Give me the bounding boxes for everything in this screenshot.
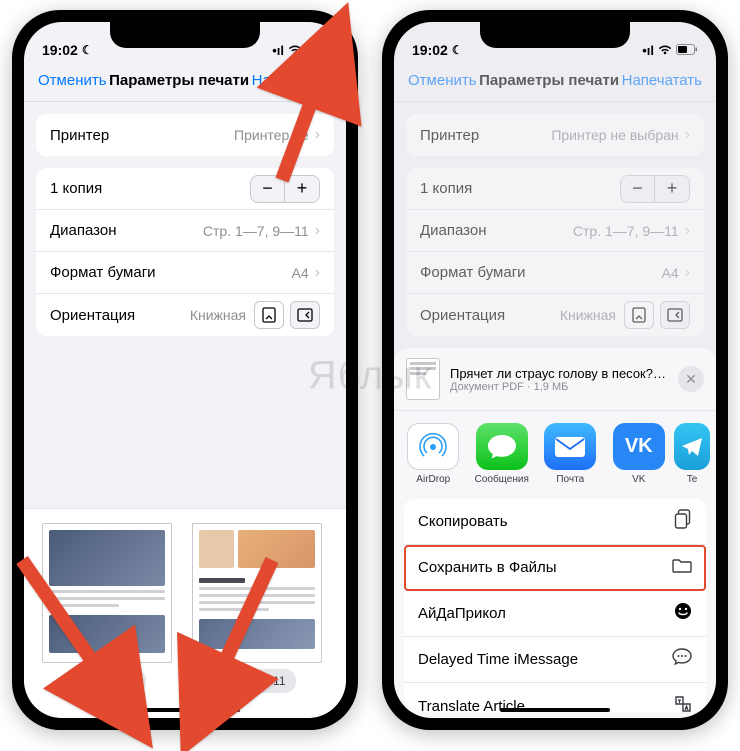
close-button[interactable]: ✕ — [678, 366, 704, 392]
orientation-portrait-button[interactable] — [254, 301, 284, 329]
share-app-messages[interactable]: Сообщения — [475, 423, 530, 485]
smile-icon — [674, 602, 692, 625]
notch — [110, 22, 260, 48]
messages-icon — [476, 423, 528, 470]
battery-icon — [306, 43, 328, 58]
telegram-icon — [674, 423, 710, 470]
copies-label: 1 копия — [50, 180, 102, 197]
stepper-plus[interactable]: + — [285, 176, 319, 202]
thumb-page-6[interactable]: 6 из 11 — [192, 523, 322, 694]
share-actions-list: Скопировать Сохранить в Файлы АйДаПрикол — [404, 499, 706, 712]
action-save-to-files[interactable]: Сохранить в Файлы — [404, 545, 706, 591]
orientation-value: Книжная — [190, 307, 246, 323]
range-value: Стр. 1—7, 9—11 — [203, 223, 309, 239]
chat-icon — [672, 648, 692, 671]
status-time: 19:02 — [42, 42, 78, 58]
share-app-vk[interactable]: VK VK — [612, 423, 667, 485]
paper-row[interactable]: Формат бумаги A4 › — [36, 252, 334, 294]
page-thumbnails: 5 из 11 6 из 11 — [24, 508, 346, 718]
share-sheet: Прячет ли страус голову в песок? | Яб… Д… — [394, 348, 716, 718]
chevron-right-icon: › — [315, 222, 320, 240]
orientation-landscape-button[interactable] — [290, 301, 320, 329]
dnd-icon: ☾ — [82, 43, 93, 57]
chevron-right-icon: › — [315, 126, 320, 144]
phone-left: 19:02 ☾ •ıl Отменить Параметры печати На… — [12, 10, 358, 730]
range-label: Диапазон — [50, 222, 117, 239]
share-apps-row: AirDrop Сообщения Почта — [394, 411, 716, 493]
copies-stepper[interactable]: − + — [250, 175, 320, 203]
action-prikol[interactable]: АйДаПрикол — [404, 591, 706, 637]
home-indicator[interactable] — [500, 708, 610, 712]
check-icon — [74, 672, 92, 690]
vk-icon: VK — [613, 423, 665, 470]
folder-icon — [672, 557, 692, 578]
thumb-page-5[interactable]: 5 из 11 — [42, 523, 172, 694]
mail-icon — [544, 423, 596, 470]
wifi-icon — [288, 43, 302, 58]
share-doc-subtitle: Документ PDF · 1,9 МБ — [450, 381, 668, 393]
nav-title: Параметры печати — [107, 72, 252, 89]
copy-icon — [674, 509, 692, 534]
chevron-right-icon: › — [315, 264, 320, 282]
share-app-airdrop[interactable]: AirDrop — [406, 423, 461, 485]
navbar: Отменить Параметры печати Напечатать — [24, 60, 346, 102]
printer-value: Принтер не — [234, 127, 309, 143]
home-indicator[interactable] — [130, 708, 240, 712]
orientation-row: Ориентация Книжная — [36, 294, 334, 336]
thumb-6-label[interactable]: 6 из 11 — [218, 669, 295, 693]
check-icon — [224, 672, 242, 690]
printer-label: Принтер — [50, 127, 109, 144]
action-delayed-imessage[interactable]: Delayed Time iMessage — [404, 637, 706, 683]
action-copy[interactable]: Скопировать — [404, 499, 706, 545]
paper-label: Формат бумаги — [50, 264, 156, 281]
stepper-minus[interactable]: − — [251, 176, 285, 202]
share-app-telegram[interactable]: Te — [680, 423, 704, 485]
notch — [480, 22, 630, 48]
share-app-mail[interactable]: Почта — [543, 423, 598, 485]
copies-row: 1 копия − + — [36, 168, 334, 210]
document-thumb-icon — [406, 358, 440, 400]
thumb-5-label[interactable]: 5 из 11 — [68, 669, 145, 693]
print-button[interactable]: Напечатать — [252, 72, 332, 89]
translate-icon — [674, 695, 692, 712]
orientation-label: Ориентация — [50, 307, 135, 324]
share-doc-title: Прячет ли страус голову в песок? | Яб… — [450, 366, 668, 381]
printer-row[interactable]: Принтер Принтер не › — [36, 114, 334, 156]
signal-icon: •ıl — [272, 43, 284, 58]
airdrop-icon — [407, 423, 459, 470]
phone-right: 19:02 ☾ •ıl Отменить Параметры печати На… — [382, 10, 728, 730]
paper-value: A4 — [292, 265, 309, 281]
range-row[interactable]: Диапазон Стр. 1—7, 9—11 › — [36, 210, 334, 252]
cancel-button[interactable]: Отменить — [38, 72, 107, 89]
